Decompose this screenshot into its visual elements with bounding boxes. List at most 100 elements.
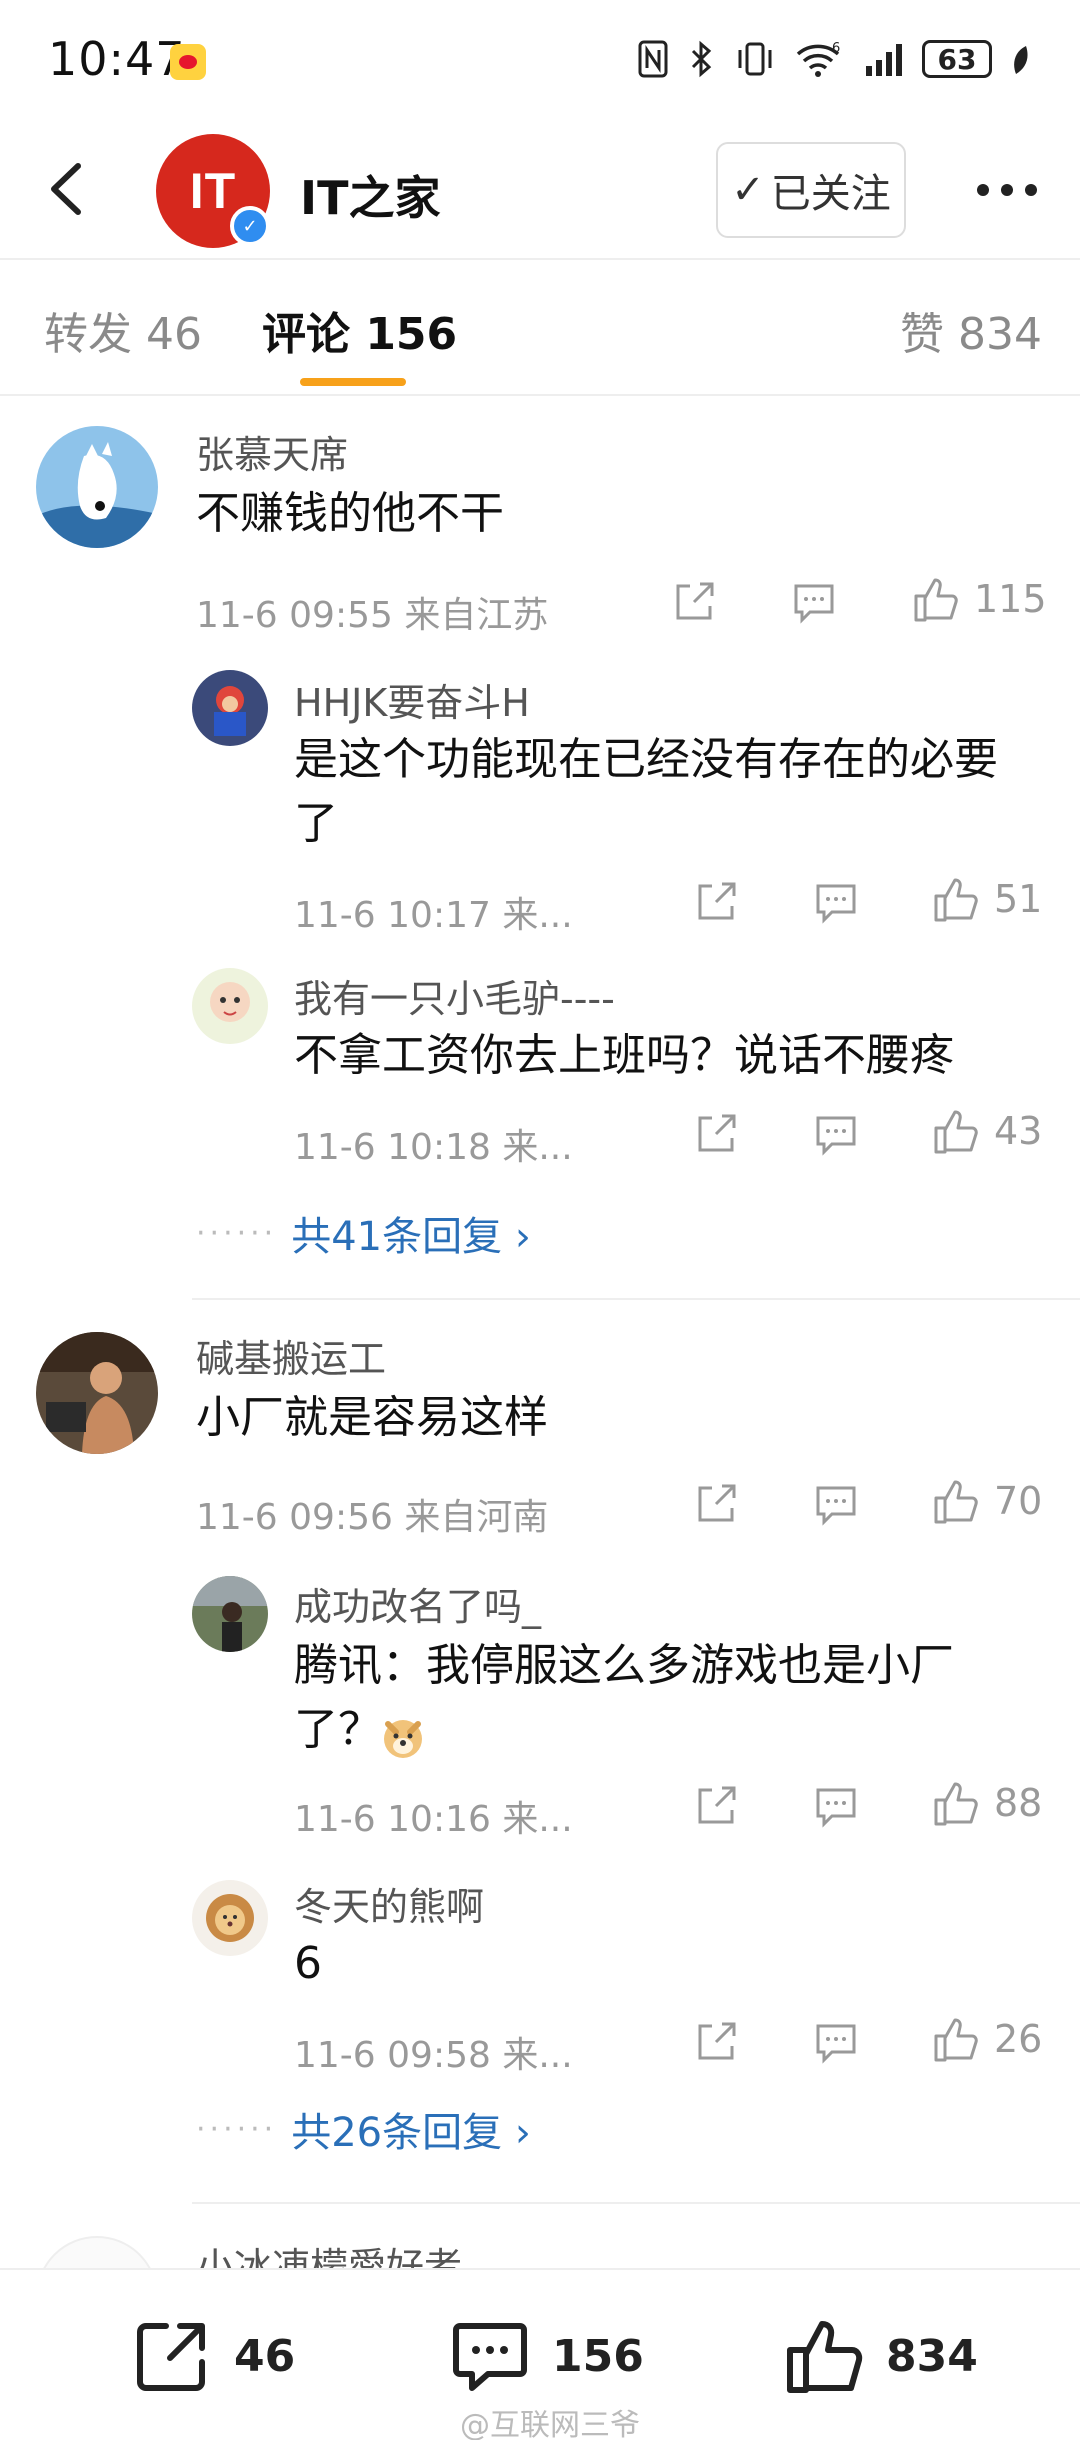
it-home-logo: IT xyxy=(189,163,237,219)
share-icon xyxy=(698,1114,736,1152)
signal-icon xyxy=(866,44,902,76)
reply-meta: 11-6 10:17 来... xyxy=(294,895,573,936)
reply-author[interactable]: 冬天的熊啊 xyxy=(294,1876,484,1931)
status-bar: 10:47 6 63 xyxy=(0,0,1080,120)
like-count: 51 xyxy=(994,877,1043,921)
share-button[interactable] xyxy=(694,1784,738,1828)
account-name[interactable]: IT之家 xyxy=(300,162,441,228)
repost-icon xyxy=(137,2323,205,2391)
share-button[interactable] xyxy=(694,880,738,924)
like-count: 26 xyxy=(994,2017,1043,2061)
like-count: 70 xyxy=(994,1479,1043,1523)
battery-icon: 63 xyxy=(922,40,992,78)
reply-button[interactable] xyxy=(814,2020,858,2064)
more-replies-link[interactable]: ······ 共41条回复 › xyxy=(196,1204,531,1262)
reply-author[interactable]: 我有一只小毛驴---- xyxy=(294,968,615,1023)
reply-button[interactable] xyxy=(814,880,858,924)
more-replies-dots: ······ xyxy=(196,2111,278,2147)
reply-text[interactable]: 6 xyxy=(294,1932,1014,1996)
back-arrow-icon[interactable] xyxy=(38,154,98,224)
check-icon: ✓ xyxy=(731,167,765,213)
like-count: 88 xyxy=(994,1781,1043,1825)
comment-button[interactable]: 156 xyxy=(448,2314,644,2398)
share-button[interactable] xyxy=(694,1112,738,1156)
reply-button[interactable] xyxy=(814,1784,858,1828)
thumbs-up-icon xyxy=(914,578,958,622)
comment-icon xyxy=(816,2024,856,2064)
tab-repost[interactable]: 转发 46 xyxy=(44,298,202,362)
doge-emoji-icon xyxy=(384,1720,422,1758)
like-button[interactable]: 51 xyxy=(930,874,1042,924)
share-button[interactable] xyxy=(694,1482,738,1526)
comment-text[interactable]: 不赚钱的他不干 xyxy=(196,484,504,544)
comment-author[interactable]: 碱基搬运工 xyxy=(196,1328,386,1383)
reply-meta: 11-6 09:58 来... xyxy=(294,2035,573,2076)
comment-divider xyxy=(192,2202,1080,2204)
bottom-action-bar: 46 156 834 @互联网三爷 xyxy=(0,2268,1080,2440)
comment-icon xyxy=(816,1788,856,1828)
thumbs-up-icon xyxy=(787,2321,863,2393)
avatar[interactable] xyxy=(36,426,158,548)
more-replies-link[interactable]: ······ 共26条回复 › xyxy=(196,2100,531,2158)
vibrate-icon xyxy=(738,42,772,76)
tab-likes[interactable]: 赞 834 xyxy=(900,298,1042,362)
svg-text:6: 6 xyxy=(832,41,840,56)
repost-count: 46 xyxy=(234,2330,296,2382)
followed-button[interactable]: ✓ 已关注 xyxy=(716,142,906,238)
share-icon xyxy=(676,582,714,620)
header: IT ✓ IT之家 ✓ 已关注 xyxy=(0,120,1080,260)
share-button[interactable] xyxy=(694,2020,738,2064)
comment-author[interactable]: 小冰凍檬愛好者 xyxy=(196,2236,462,2268)
reply-button[interactable] xyxy=(814,1482,858,1526)
like-button[interactable]: 43 xyxy=(930,1106,1042,1156)
like-button[interactable]: 115 xyxy=(910,574,1047,624)
comment-icon xyxy=(794,584,834,624)
repost-button[interactable]: 46 xyxy=(130,2314,295,2398)
reply-author[interactable]: 成功改名了吗_ xyxy=(294,1576,541,1631)
more-options-icon[interactable] xyxy=(962,160,1052,220)
avatar[interactable] xyxy=(192,1576,268,1652)
share-button[interactable] xyxy=(672,580,716,624)
status-icons: 6 63 xyxy=(638,36,1032,82)
thumbs-up-icon xyxy=(934,1480,978,1524)
nfc-icon xyxy=(638,40,668,78)
comment-divider xyxy=(192,1298,1080,1300)
active-tab-indicator xyxy=(300,378,406,386)
followed-label: 已关注 xyxy=(770,171,891,217)
reply-meta: 11-6 10:16 来... xyxy=(294,1799,573,1840)
share-icon xyxy=(698,2022,736,2060)
comment-text[interactable]: 小厂就是容易这样 xyxy=(196,1388,548,1448)
reply-author[interactable]: HHJK要奋斗H xyxy=(294,672,530,727)
comment-author[interactable]: 张慕天席 xyxy=(196,424,348,479)
reply-text[interactable]: 是这个功能现在已经没有存在的必要了 xyxy=(294,728,1014,856)
tab-bar: 转发 46 评论 156 赞 834 xyxy=(0,260,1080,396)
reply-text[interactable]: 不拿工资你去上班吗？说话不腰疼 xyxy=(294,1024,1014,1088)
thumbs-up-icon xyxy=(934,2018,978,2062)
bluetooth-icon xyxy=(691,40,712,78)
like-button[interactable]: 88 xyxy=(930,1778,1042,1828)
reply-button[interactable] xyxy=(814,1112,858,1156)
thumbs-up-icon xyxy=(934,1782,978,1826)
like-post-button[interactable]: 834 xyxy=(782,2314,978,2398)
leaf-icon xyxy=(1014,46,1028,74)
avatar[interactable] xyxy=(192,670,268,746)
comment-icon xyxy=(816,884,856,924)
reply-meta: 11-6 10:18 来... xyxy=(294,1127,573,1168)
comment-meta: 11-6 09:56 来自河南 xyxy=(196,1497,549,1538)
like-button[interactable]: 26 xyxy=(930,2014,1042,2064)
watermark: @互联网三爷 xyxy=(460,2408,640,2440)
avatar[interactable] xyxy=(36,2236,158,2268)
comment-list[interactable]: 张慕天席 不赚钱的他不干 11-6 09:55 来自江苏 115 HHJK要奋斗… xyxy=(0,396,1080,2268)
comment-meta: 11-6 09:55 来自江苏 xyxy=(196,595,549,636)
reply-button[interactable] xyxy=(792,580,836,624)
like-button[interactable]: 70 xyxy=(930,1476,1042,1526)
share-icon xyxy=(698,1484,736,1522)
tab-comments[interactable]: 评论 156 xyxy=(262,298,457,362)
avatar[interactable] xyxy=(36,1332,158,1454)
share-icon xyxy=(698,882,736,920)
like-count: 834 xyxy=(886,2330,978,2382)
like-count: 115 xyxy=(974,577,1047,621)
thumbs-up-icon xyxy=(934,1110,978,1154)
avatar[interactable] xyxy=(192,968,268,1044)
avatar[interactable] xyxy=(192,1880,268,1956)
